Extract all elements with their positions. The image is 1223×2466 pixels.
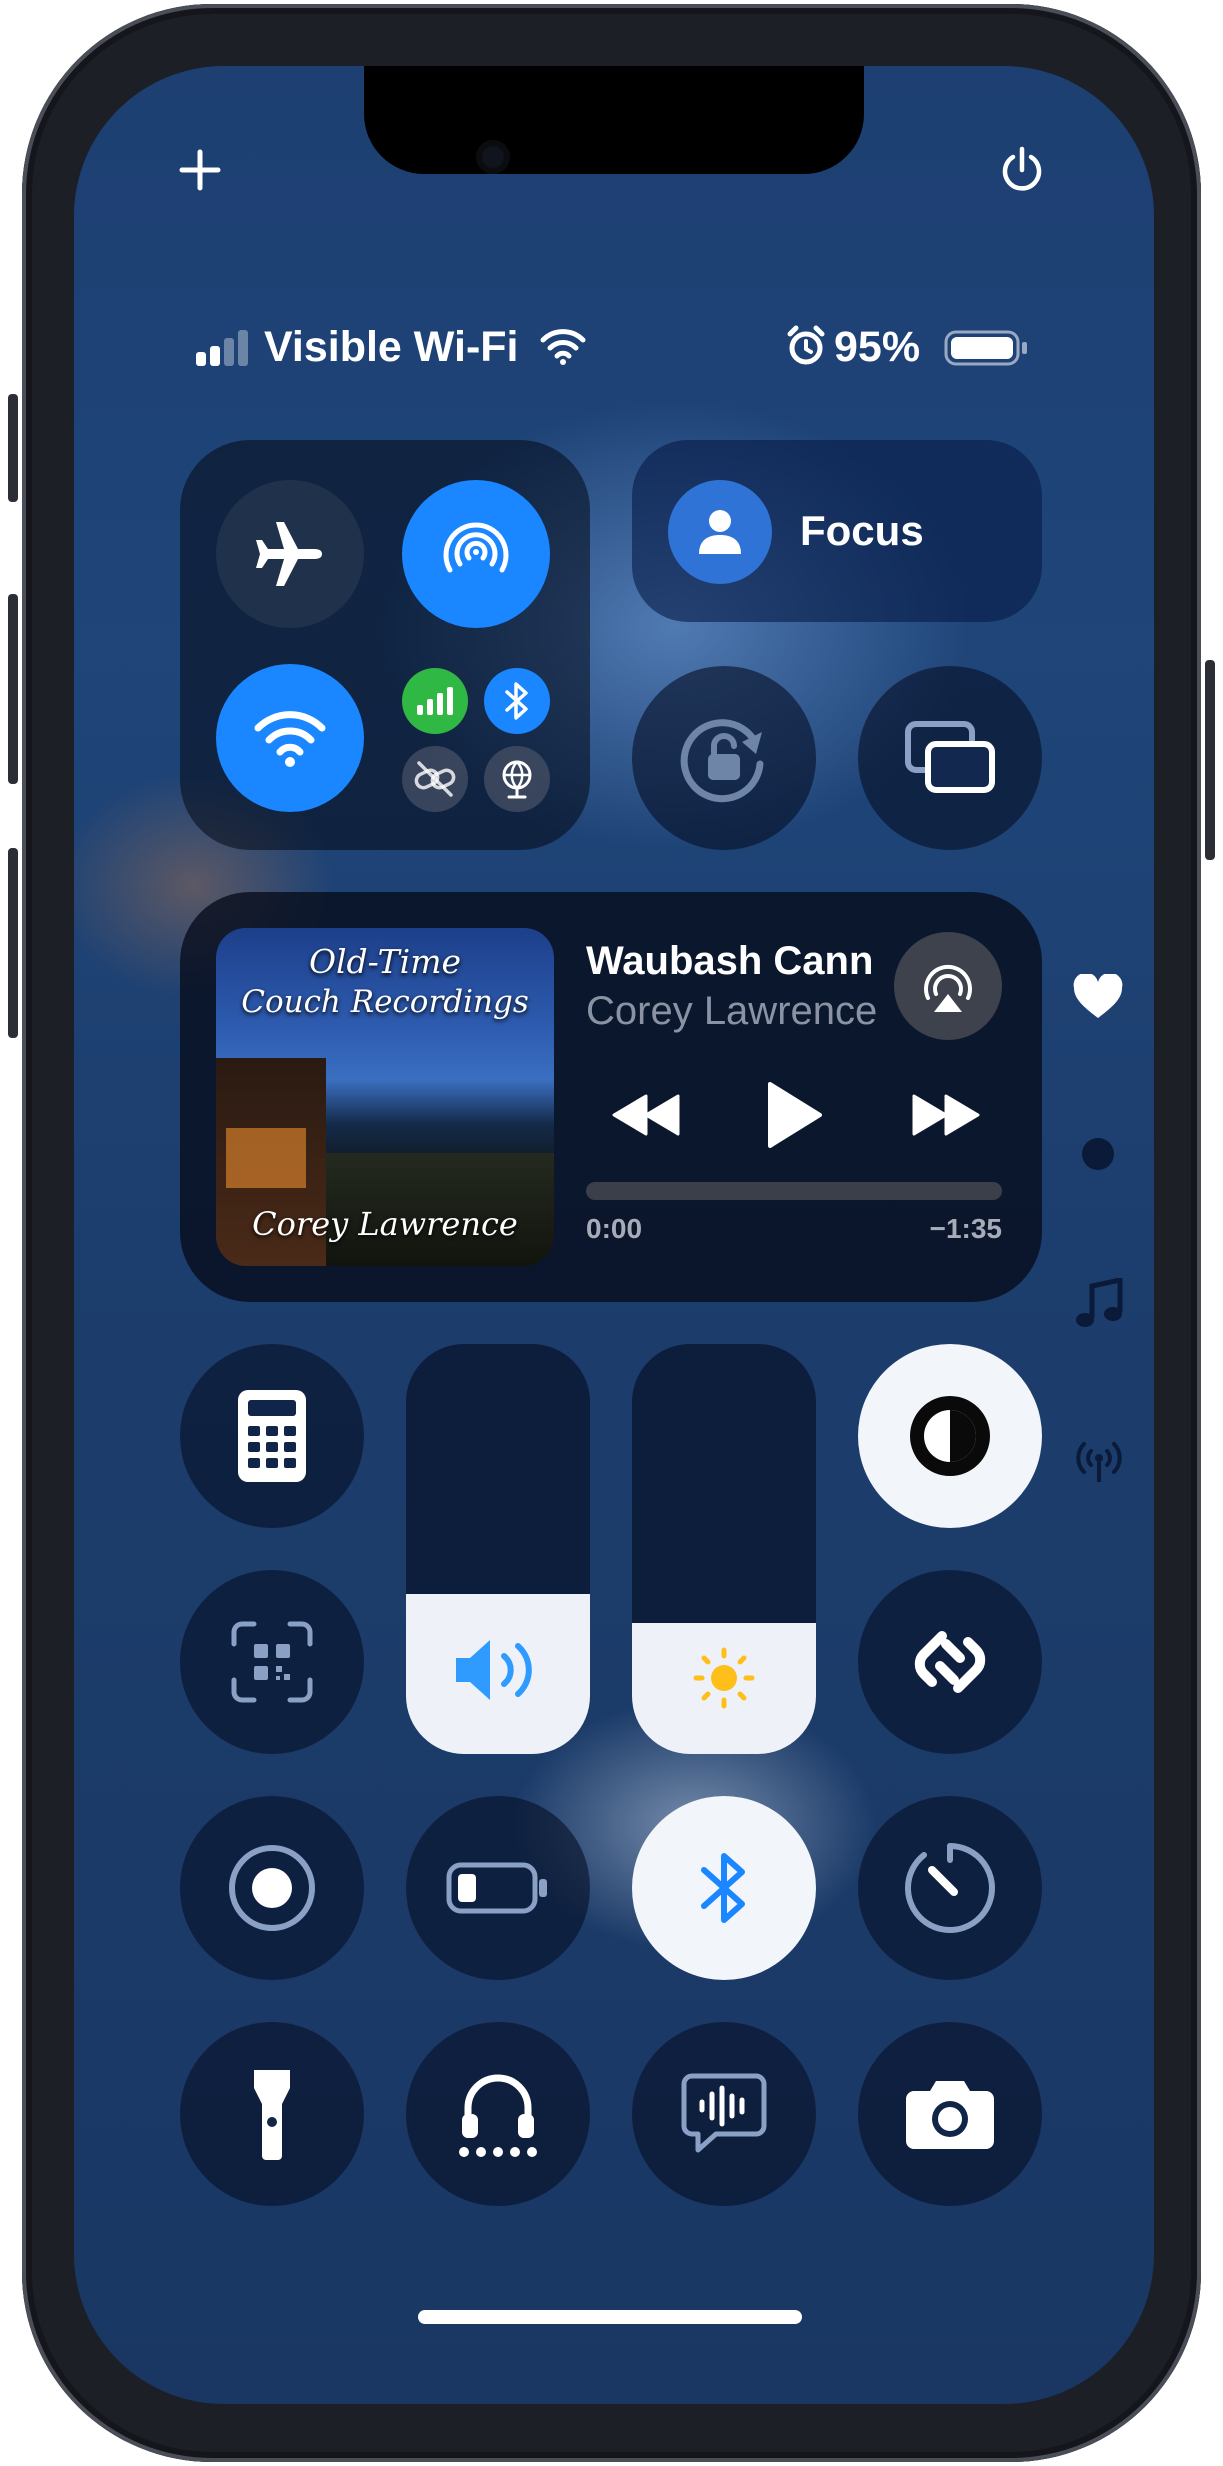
timer-button[interactable] (858, 1796, 1042, 1980)
music-note-icon[interactable] (1074, 1278, 1124, 1332)
power-icon[interactable] (996, 144, 1048, 196)
cellular-bars-icon (417, 687, 453, 715)
satellite-toggle[interactable] (484, 746, 550, 812)
battery-percent: 95% (834, 323, 921, 371)
control-center: Visible Wi-Fi 95% Focus Old-Time Couch R… (74, 66, 1154, 2404)
bluetooth-small-icon (505, 682, 528, 720)
dynamic-island (364, 66, 864, 174)
rewind-icon (612, 1094, 680, 1136)
timer-icon (904, 1843, 995, 1933)
side-button (1205, 660, 1215, 860)
connectivity-antenna-icon[interactable] (1070, 1436, 1128, 1484)
rotation-lock-icon (680, 719, 764, 803)
shazam-button[interactable] (858, 1570, 1042, 1754)
album-title-line1: Old-Time (308, 942, 462, 981)
album-title-line2: Couch Recordings (241, 984, 529, 1020)
page-dot-icon[interactable] (1082, 1138, 1114, 1170)
live-speech-icon (681, 2073, 767, 2153)
low-power-mode-icon (446, 1862, 547, 1914)
camera-icon (906, 2081, 994, 2149)
brightness-slider[interactable] (632, 1344, 816, 1754)
alarm-icon (784, 324, 828, 368)
live-speech-button[interactable] (632, 2022, 816, 2206)
now-playing-module: Old-Time Couch Recordings Corey Lawrence… (180, 892, 1042, 1302)
carrier-label: Visible Wi-Fi (264, 323, 519, 371)
connectivity-module (180, 440, 590, 850)
volume-slider[interactable] (406, 1344, 590, 1754)
album-artist-label: Corey Lawrence (252, 1205, 518, 1243)
cellular-data-toggle[interactable] (402, 668, 468, 734)
person-icon (699, 510, 741, 554)
focus-button[interactable]: Focus (632, 440, 1042, 622)
focus-person-icon-bg (668, 480, 772, 584)
track-title: Waubash Cann (586, 939, 874, 983)
dark-mode-toggle[interactable] (858, 1344, 1042, 1528)
playback-progress-bar[interactable] (586, 1182, 1002, 1200)
dark-mode-icon (910, 1396, 990, 1476)
sun-icon (692, 1646, 756, 1710)
flashlight-icon (254, 2070, 290, 2160)
play-button[interactable] (764, 1080, 824, 1150)
airdrop-icon (443, 522, 509, 573)
wifi-icon (254, 711, 326, 767)
album-artwork[interactable]: Old-Time Couch Recordings Corey Lawrence (216, 928, 554, 1266)
screen-recording-button[interactable] (180, 1796, 364, 1980)
fast-forward-icon (912, 1094, 980, 1136)
low-power-mode-button[interactable] (406, 1796, 590, 1980)
vpn-link-icon (414, 761, 456, 797)
vpn-toggle[interactable] (402, 746, 468, 812)
qr-code-scanner-icon (231, 1621, 313, 1703)
hearing-icon (459, 2074, 537, 2157)
flashlight-button[interactable] (180, 2022, 364, 2206)
play-icon (768, 1082, 822, 1148)
rewind-button[interactable] (612, 1092, 682, 1138)
artwork-window-glow (226, 1128, 306, 1188)
fast-forward-button[interactable] (910, 1092, 980, 1138)
volume-up-button (8, 594, 18, 784)
action-button (8, 394, 18, 502)
front-camera (476, 140, 510, 174)
wifi-toggle[interactable] (216, 664, 364, 812)
cellular-signal-icon (196, 328, 256, 368)
favorites-heart-icon[interactable] (1072, 974, 1124, 1020)
screen-mirroring-icon (905, 721, 995, 793)
focus-label: Focus (800, 507, 924, 554)
hearing-button[interactable] (406, 2022, 590, 2206)
airplane-icon (256, 522, 322, 586)
speaker-icon (452, 1634, 544, 1706)
calculator-button[interactable] (180, 1344, 364, 1528)
home-indicator[interactable] (418, 2310, 802, 2324)
calculator-icon (238, 1390, 306, 1482)
bluetooth-toggle[interactable] (484, 668, 550, 734)
device-frame: Visible Wi-Fi 95% Focus Old-Time Couch R… (0, 0, 1223, 2466)
elapsed-time: 0:00 (586, 1213, 643, 1244)
airplane-mode-toggle[interactable] (216, 480, 364, 628)
screen-mirroring-button[interactable] (858, 666, 1042, 850)
bluetooth-icon (701, 1853, 745, 1923)
battery-icon (944, 328, 1030, 368)
camera-button[interactable] (858, 2022, 1042, 2206)
airplay-button[interactable] (894, 932, 1002, 1040)
plus-icon[interactable] (178, 148, 222, 192)
track-artist: Corey Lawrence (586, 989, 876, 1033)
wifi-status-icon (539, 326, 587, 366)
code-scanner-button[interactable] (180, 1570, 364, 1754)
airdrop-toggle[interactable] (402, 480, 550, 628)
screen-recording-icon (229, 1845, 315, 1931)
remaining-time: −1:35 (929, 1213, 1002, 1244)
airplay-audio-icon (924, 964, 972, 1012)
shazam-icon (914, 1631, 986, 1693)
bluetooth-tile[interactable] (632, 1796, 816, 1980)
orientation-lock-toggle[interactable] (632, 666, 816, 850)
satellite-globe-icon (502, 760, 532, 799)
volume-down-button (8, 848, 18, 1038)
